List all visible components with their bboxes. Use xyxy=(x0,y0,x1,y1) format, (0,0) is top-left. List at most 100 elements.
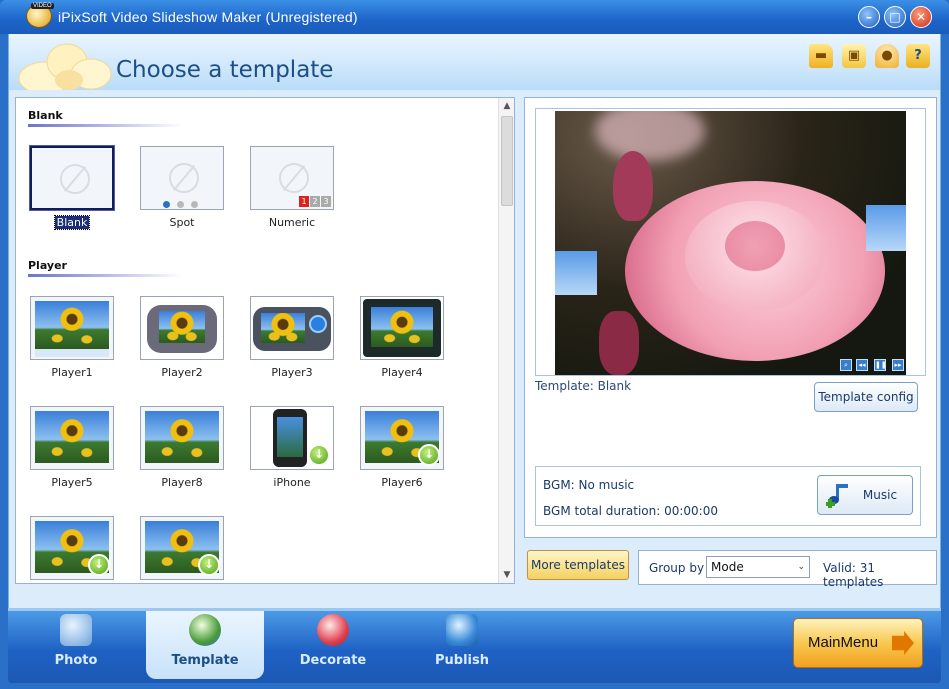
tab-label: Photo xyxy=(16,653,136,668)
tab-label: Template xyxy=(146,653,264,668)
window-title: iPixSoft Video Slideshow Maker (Unregist… xyxy=(58,9,358,25)
rewind-icon[interactable]: ◂◂ xyxy=(856,359,868,371)
template-tile-numeric[interactable]: 123 Numeric xyxy=(250,146,334,236)
template-tile[interactable]: ↓ xyxy=(30,516,114,584)
tab-decorate[interactable]: Decorate xyxy=(273,611,393,679)
main-area: Blank Blank Spot 123 Numeric Player xyxy=(8,90,941,608)
template-thumbnail: ↓ xyxy=(140,516,224,580)
template-config-button[interactable]: Template config xyxy=(814,382,918,412)
tab-label: Publish xyxy=(402,653,522,668)
download-icon: ↓ xyxy=(308,444,330,466)
template-thumbnail: ↓ xyxy=(360,406,444,470)
group-by-value: Mode xyxy=(711,560,744,574)
group-by-bar: Group by Mode ⌄ Valid: 31 templates xyxy=(638,550,937,585)
template-label: Player8 xyxy=(140,476,224,489)
minimize-icon[interactable]: – xyxy=(858,6,880,28)
fast-forward-icon[interactable]: ▸▸ xyxy=(892,359,904,371)
user-account-icon[interactable]: ● xyxy=(875,44,899,68)
scroll-thumb[interactable] xyxy=(501,116,513,206)
preview-image: ⌕ ◂◂ ❚❚ ▸▸ xyxy=(555,111,906,375)
numeric-indicator: 123 xyxy=(298,193,331,207)
template-thumbnail xyxy=(30,146,114,210)
group-divider xyxy=(28,124,183,127)
template-label: Player4 xyxy=(360,366,444,379)
pause-icon[interactable]: ❚❚ xyxy=(874,359,886,371)
preview-panel: ⌕ ◂◂ ❚❚ ▸▸ Template: Blank Template conf… xyxy=(524,97,937,538)
template-tile-player8[interactable]: Player8 xyxy=(140,406,224,496)
tab-publish[interactable]: Publish xyxy=(402,611,522,679)
app-logo-icon: VIDEO xyxy=(26,4,52,28)
photo-icon xyxy=(60,614,92,646)
add-music-icon xyxy=(826,482,852,508)
template-thumbnail xyxy=(360,296,444,360)
tab-photo[interactable]: Photo xyxy=(16,611,136,679)
bgm-duration: BGM total duration: 00:00:00 xyxy=(543,504,718,518)
main-menu-button[interactable]: MainMenu xyxy=(793,618,923,668)
current-template-label: Template: Blank xyxy=(535,379,631,393)
preview-frame: ⌕ ◂◂ ❚❚ ▸▸ xyxy=(535,108,926,376)
group-divider xyxy=(28,274,183,277)
more-templates-button[interactable]: More templates xyxy=(527,550,629,580)
group-by-label: Group by xyxy=(649,561,704,575)
no-image-icon xyxy=(279,163,309,193)
template-thumbnail xyxy=(30,296,114,360)
template-tile-player2[interactable]: Player2 xyxy=(140,296,224,386)
title-bar: VIDEO iPixSoft Video Slideshow Maker (Un… xyxy=(0,0,949,34)
template-label: Numeric xyxy=(250,216,334,229)
maximize-icon[interactable]: □ xyxy=(884,6,906,28)
save-project-icon[interactable]: ▣ xyxy=(842,44,866,68)
template-thumbnail xyxy=(140,146,224,210)
template-tile-spot[interactable]: Spot xyxy=(140,146,224,236)
chevron-down-icon: ⌄ xyxy=(797,557,805,577)
scroll-up-icon[interactable]: ▲ xyxy=(499,98,515,114)
template-tile-player1[interactable]: Player1 xyxy=(30,296,114,386)
tab-label: Decorate xyxy=(273,653,393,668)
template-label: Player3 xyxy=(250,366,334,379)
group-title-blank: Blank xyxy=(28,109,63,122)
template-tile-player6[interactable]: ↓ Player6 xyxy=(360,406,444,496)
tab-template[interactable]: Template xyxy=(146,611,264,679)
bgm-status: BGM: No music xyxy=(543,478,634,492)
main-menu-label: MainMenu xyxy=(808,634,878,651)
template-tile-iphone[interactable]: ↓ iPhone xyxy=(250,406,334,496)
template-label: Player6 xyxy=(360,476,444,489)
scroll-down-icon[interactable]: ▼ xyxy=(499,567,515,583)
download-icon: ↓ xyxy=(418,444,440,466)
template-thumbnail xyxy=(30,406,114,470)
template-tile[interactable]: ↓ xyxy=(140,516,224,584)
help-icon[interactable]: ? xyxy=(906,44,930,68)
music-button-label: Music xyxy=(863,488,897,502)
template-label: iPhone xyxy=(250,476,334,489)
template-thumbnail: 123 xyxy=(250,146,334,210)
template-tile-blank[interactable]: Blank xyxy=(30,146,114,236)
music-button[interactable]: Music xyxy=(817,475,913,515)
bottom-nav: Photo Template Decorate Publish MainMenu xyxy=(8,611,941,683)
template-icon xyxy=(189,614,221,646)
template-tile-player4[interactable]: Player4 xyxy=(360,296,444,386)
template-thumbnail xyxy=(140,296,224,360)
zoom-icon[interactable]: ⌕ xyxy=(840,359,852,371)
no-image-icon xyxy=(169,163,199,193)
template-thumbnail xyxy=(140,406,224,470)
template-thumbnail xyxy=(250,296,334,360)
template-thumbnail: ↓ xyxy=(250,406,334,470)
spot-indicator xyxy=(163,197,205,210)
template-label: Blank xyxy=(55,216,90,229)
no-image-icon xyxy=(60,164,90,194)
group-by-select[interactable]: Mode ⌄ xyxy=(706,556,810,578)
open-folder-icon[interactable]: ▬ xyxy=(809,44,833,68)
template-tile-player5[interactable]: Player5 xyxy=(30,406,114,496)
template-tile-player3[interactable]: Player3 xyxy=(250,296,334,386)
template-list-scrollbar[interactable]: ▲ ▼ xyxy=(498,98,514,583)
clover-logo-icon xyxy=(15,40,111,90)
template-thumbnail: ↓ xyxy=(30,516,114,580)
download-icon: ↓ xyxy=(198,554,220,576)
download-icon: ↓ xyxy=(88,554,110,576)
publish-icon xyxy=(446,614,478,646)
template-label: Player1 xyxy=(30,366,114,379)
header-band: Choose a template ▬ ▣ ● ? xyxy=(8,34,941,90)
template-label: Spot xyxy=(140,216,224,229)
template-list[interactable]: Blank Blank Spot 123 Numeric Player xyxy=(15,97,515,584)
close-icon[interactable]: ✕ xyxy=(910,6,932,28)
template-label: Player5 xyxy=(30,476,114,489)
